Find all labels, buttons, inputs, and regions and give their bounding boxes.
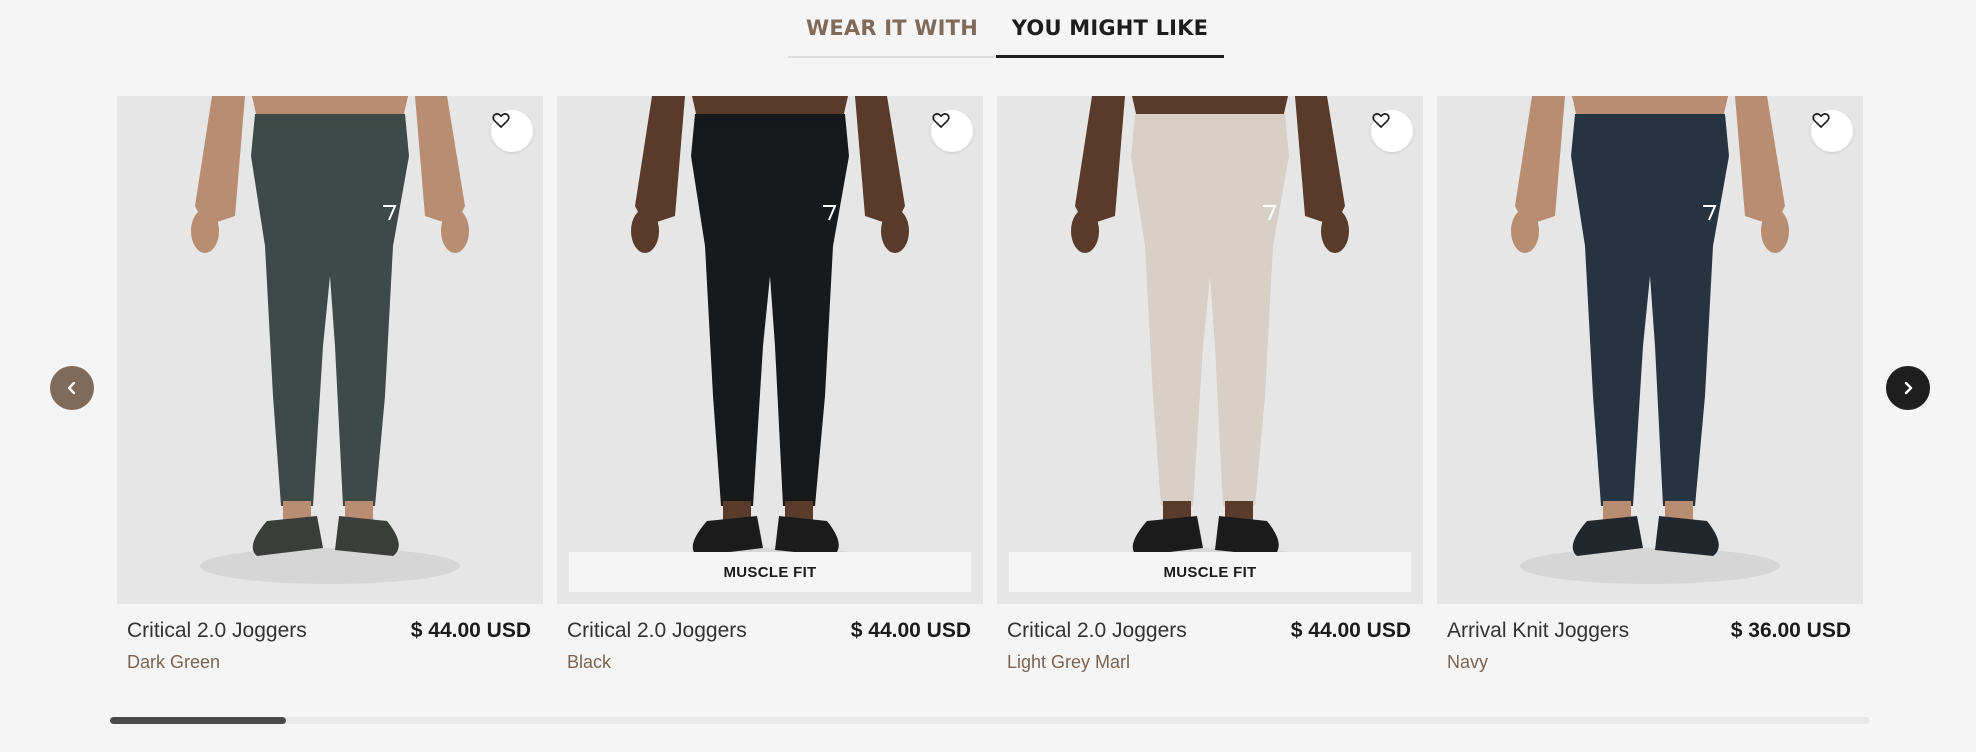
product-image-container[interactable]	[117, 96, 543, 604]
product-image-container[interactable]	[1437, 96, 1863, 604]
product-name[interactable]: Critical 2.0 Joggers	[1007, 619, 1187, 643]
carousel-next-button[interactable]	[1886, 366, 1930, 410]
heart-icon	[1372, 113, 1390, 128]
product-price: $ 44.00 USD	[410, 619, 531, 642]
product-image[interactable]	[997, 96, 1423, 604]
product-name[interactable]: Critical 2.0 Joggers	[127, 619, 307, 643]
product-card[interactable]: MUSCLE FIT Critical 2.0 Joggers $ 44.00 US…	[997, 96, 1423, 686]
product-color: Navy	[1447, 652, 1489, 672]
product-image[interactable]	[557, 96, 983, 604]
product-price: $ 36.00 USD	[1730, 619, 1851, 642]
product-price: $ 44.00 USD	[1290, 619, 1411, 642]
product-card[interactable]: Critical 2.0 Joggers $ 44.00 USD Dark Gree…	[117, 96, 543, 686]
product-card[interactable]: Arrival Knit Joggers $ 36.00 USD Navy	[1437, 96, 1863, 686]
fit-badge: MUSCLE FIT	[569, 552, 971, 592]
product-image-container[interactable]: MUSCLE FIT	[997, 96, 1423, 604]
product-color: Light Grey Marl	[1007, 652, 1131, 672]
heart-icon	[1812, 113, 1830, 128]
chevron-right-icon	[1904, 381, 1913, 395]
product-color: Black	[567, 652, 612, 672]
product-name[interactable]: Arrival Knit Joggers	[1447, 619, 1629, 643]
product-card[interactable]: MUSCLE FIT Critical 2.0 Joggers $ 44.00 US…	[557, 96, 983, 686]
chevron-left-icon	[67, 381, 76, 395]
product-image[interactable]	[1437, 96, 1863, 604]
wishlist-button[interactable]	[1811, 110, 1853, 152]
wishlist-button[interactable]	[1371, 110, 1413, 152]
product-name[interactable]: Critical 2.0 Joggers	[567, 619, 747, 643]
product-color: Dark Green	[127, 652, 221, 672]
recommendation-tabs: WEAR IT WITH YOU MIGHT LIKE	[788, 0, 1224, 58]
product-image[interactable]	[117, 96, 543, 604]
tab-wear-it-with[interactable]: WEAR IT WITH	[788, 0, 996, 58]
product-price: $ 44.00 USD	[850, 619, 971, 642]
wishlist-button[interactable]	[931, 110, 973, 152]
fit-badge: MUSCLE FIT	[1009, 552, 1411, 592]
carousel-scrollbar-thumb[interactable]	[110, 717, 286, 724]
carousel-scrollbar[interactable]	[110, 717, 1870, 724]
carousel-prev-button[interactable]	[50, 366, 94, 410]
tab-you-might-like[interactable]: YOU MIGHT LIKE	[996, 0, 1224, 58]
heart-icon	[932, 113, 950, 128]
product-image-container[interactable]: MUSCLE FIT	[557, 96, 983, 604]
heart-icon	[492, 113, 510, 128]
wishlist-button[interactable]	[491, 110, 533, 152]
